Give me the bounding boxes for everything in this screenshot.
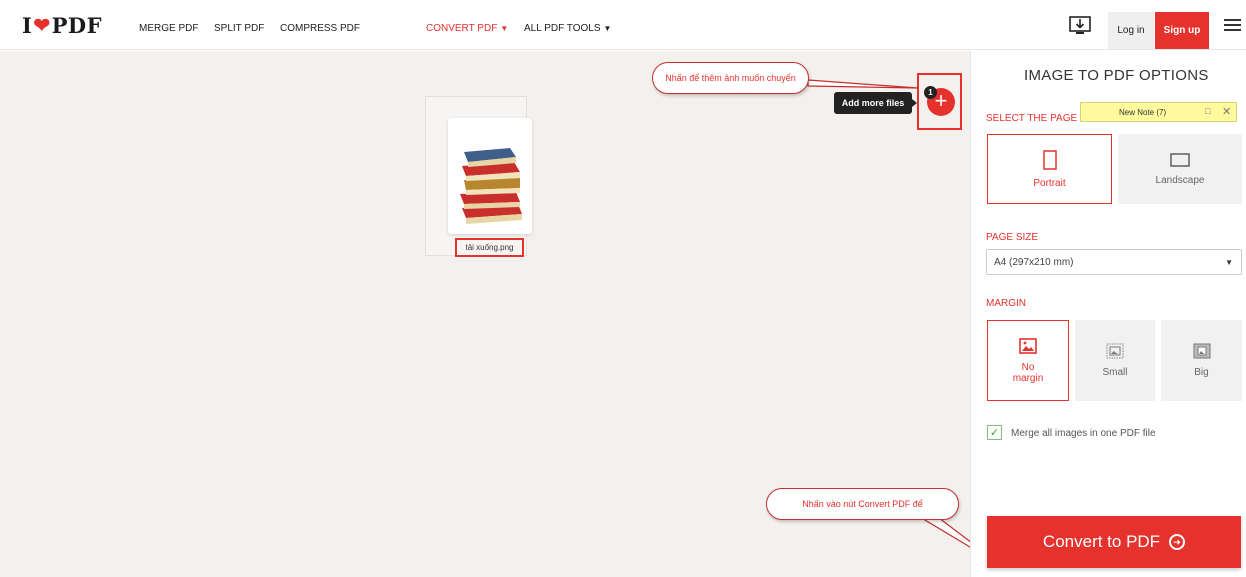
merge-images-checkbox[interactable]: ✓ bbox=[987, 425, 1002, 440]
ilovepdf-logo[interactable]: I ❤ PDF bbox=[22, 11, 102, 39]
sticky-note-title: New Note (7) bbox=[1119, 108, 1167, 117]
landscape-label: Landscape bbox=[1155, 174, 1205, 186]
hamburger-menu-icon[interactable] bbox=[1224, 19, 1241, 31]
image-no-margin-icon bbox=[1019, 337, 1037, 354]
maximize-icon[interactable]: □ bbox=[1205, 106, 1210, 116]
nav-convert-pdf[interactable]: CONVERT PDF ▼ bbox=[426, 23, 508, 34]
landscape-page-icon bbox=[1170, 152, 1190, 167]
options-title: IMAGE TO PDF OPTIONS bbox=[1024, 67, 1209, 84]
books-image bbox=[460, 148, 522, 224]
convert-to-pdf-button[interactable]: Convert to PDF ➜ bbox=[987, 516, 1241, 568]
landscape-option[interactable]: Landscape bbox=[1118, 134, 1242, 204]
nav-merge-pdf[interactable]: MERGE PDF bbox=[139, 23, 198, 34]
file-count-badge: 1 bbox=[924, 86, 937, 99]
callout-convert: Nhấn vào nút Convert PDF để bbox=[766, 488, 959, 520]
caret-down-icon: ▼ bbox=[500, 24, 509, 33]
file-card[interactable] bbox=[425, 96, 532, 256]
signup-button[interactable]: Sign up bbox=[1155, 12, 1209, 49]
image-small-margin-icon bbox=[1106, 343, 1124, 359]
file-name-label: tải xuống.png bbox=[455, 238, 524, 257]
no-margin-label-line1: No bbox=[1021, 361, 1035, 373]
nav-all-pdf-tools[interactable]: ALL PDF TOOLS ▼ bbox=[524, 23, 611, 34]
page-size-select[interactable]: A4 (297x210 mm) ▼ bbox=[986, 249, 1242, 275]
small-margin-label: Small bbox=[1102, 367, 1128, 378]
nav-compress-pdf[interactable]: COMPRESS PDF bbox=[280, 23, 360, 34]
margin-section-label: MARGIN bbox=[986, 298, 1026, 309]
portrait-label: Portrait bbox=[1033, 177, 1066, 189]
logo-text-i: I bbox=[22, 12, 33, 38]
big-margin-label: Big bbox=[1194, 367, 1209, 378]
sticky-note[interactable]: New Note (7) □ ✕ bbox=[1080, 102, 1237, 122]
close-icon[interactable]: ✕ bbox=[1222, 105, 1231, 118]
portrait-page-icon bbox=[1042, 149, 1057, 170]
desktop-download-icon[interactable] bbox=[1068, 16, 1094, 36]
top-navigation-bar: I ❤ PDF MERGE PDF SPLIT PDF COMPRESS PDF… bbox=[0, 0, 1246, 50]
login-button[interactable]: Log in bbox=[1108, 12, 1154, 49]
image-big-margin-icon bbox=[1193, 343, 1210, 359]
page-size-value: A4 (297x210 mm) bbox=[994, 256, 1074, 268]
nav-split-pdf[interactable]: SPLIT PDF bbox=[214, 23, 264, 34]
options-sidebar bbox=[970, 51, 1246, 577]
big-margin-option[interactable]: Big bbox=[1161, 320, 1242, 401]
no-margin-option[interactable]: No margin bbox=[987, 320, 1069, 401]
heart-icon: ❤ bbox=[33, 13, 51, 37]
nav-all-pdf-tools-label: ALL PDF TOOLS bbox=[524, 23, 601, 34]
file-thumbnail bbox=[448, 118, 532, 234]
logo-text-pdf: PDF bbox=[51, 12, 103, 38]
portrait-option[interactable]: Portrait bbox=[987, 134, 1112, 204]
chevron-down-icon: ▼ bbox=[1225, 258, 1233, 267]
arrow-right-circle-icon: ➜ bbox=[1169, 534, 1186, 550]
nav-convert-pdf-label: CONVERT PDF bbox=[426, 23, 498, 34]
no-margin-label-line2: margin bbox=[1012, 372, 1044, 384]
caret-down-icon: ▼ bbox=[603, 24, 612, 33]
callout-add-files: Nhấn để thêm ảnh muốn chuyển bbox=[652, 62, 809, 94]
page-size-section-label: PAGE SIZE bbox=[986, 232, 1039, 243]
convert-button-label: Convert to PDF bbox=[1042, 532, 1161, 551]
small-margin-option[interactable]: Small bbox=[1075, 320, 1155, 401]
add-more-files-tooltip: Add more files bbox=[834, 92, 917, 114]
merge-images-label: Merge all images in one PDF file bbox=[1011, 428, 1156, 439]
orientation-section-label: SELECT THE PAGE O bbox=[986, 113, 1088, 124]
